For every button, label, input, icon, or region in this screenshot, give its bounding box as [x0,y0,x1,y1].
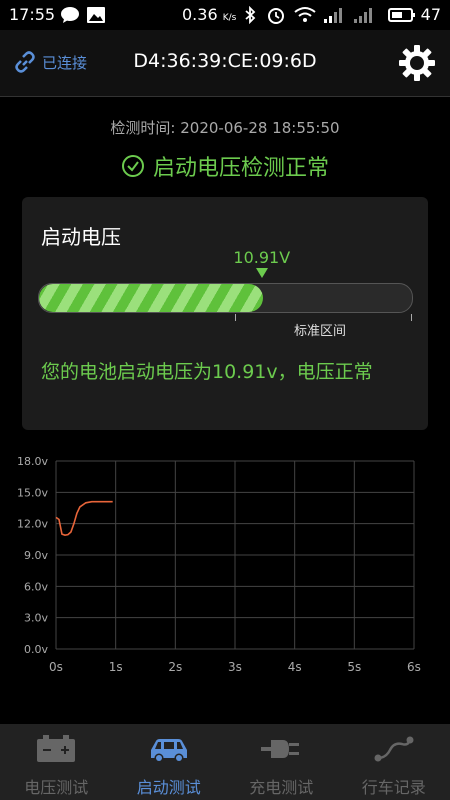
standard-range-label: 标准区间 [294,324,347,339]
x-tick-label: 2s [168,660,182,674]
signal-4g-icon [324,8,342,23]
plug-icon [261,740,300,758]
status-time: 17:55 [9,5,56,24]
wifi-icon [294,7,316,22]
tab-drive-record[interactable]: 行车记录 [338,724,450,800]
route-icon [374,736,414,762]
voltage-message: 您的电池启动电压为10.91v，电压正常 [41,361,373,383]
tab-start-test[interactable]: 启动测试 [113,724,226,800]
detect-time: 检测时间: 2020-06-28 18:55:50 [110,119,340,137]
card-title: 启动电压 [41,225,121,249]
voltage-marker-icon [255,268,268,278]
x-tick-label: 3s [228,660,242,674]
image-icon [87,7,105,23]
tab-label: 启动测试 [136,778,201,797]
voltage-progress-bar [38,283,413,313]
voltage-value-label: 10.91V [233,248,291,267]
y-tick-label: 6.0v [24,580,48,593]
bluetooth-icon [245,6,256,24]
status-bar: 17:55 0.36 K/s 47 [0,0,450,30]
check-circle-icon [121,155,144,177]
range-start-tick [235,314,236,321]
voltage-curve-line [55,500,113,536]
tab-voltage-test[interactable]: 电压测试 [0,724,113,800]
range-end-tick [411,314,412,321]
tab-label: 电压测试 [24,778,89,797]
y-tick-label: 15.0v [17,486,48,499]
tab-label: 行车记录 [361,778,426,797]
y-tick-label: 18.0v [17,455,48,468]
battery-percent: 47 [420,5,441,24]
network-speed: 0.36 K/s [182,5,237,24]
y-tick-label: 0.0v [24,643,48,656]
battery-icon [37,735,76,762]
device-mac: D4:36:39:CE:09:6D [133,50,317,72]
bottom-tab-bar: 电压测试 启动测试 充电测试 行车记录 [0,724,450,800]
voltage-progress-fill [39,284,263,312]
x-tick-label: 0s [49,660,63,674]
signal-icon [354,8,372,23]
x-tick-label: 6s [407,660,421,674]
voltage-card: 启动电压 10.91V 标准区间 您的电池启动电压为10.91v，电压正常 [22,197,428,430]
tab-charge-test[interactable]: 充电测试 [225,724,338,800]
alarm-icon [268,8,284,24]
x-tick-label: 5s [347,660,361,674]
app-header: 已连接 D4:36:39:CE:09:6D [0,30,450,97]
battery-status-icon [388,8,415,22]
chat-icon [61,7,79,23]
x-tick-label: 4s [288,660,302,674]
x-tick-label: 1s [109,660,123,674]
settings-gear-icon[interactable] [398,44,436,82]
tab-label: 充电测试 [249,778,314,797]
y-tick-label: 12.0v [17,518,48,531]
car-icon [150,739,187,763]
result-status: 启动电压检测正常 [0,150,450,182]
result-text: 启动电压检测正常 [152,156,329,181]
y-tick-label: 3.0v [24,612,48,625]
voltage-chart: 18.0v 15.0v 12.0v 9.0v 6.0v 3.0v 0.0v0s 1s 2s 3s 4… [17,455,421,674]
y-tick-label: 9.0v [24,549,48,562]
